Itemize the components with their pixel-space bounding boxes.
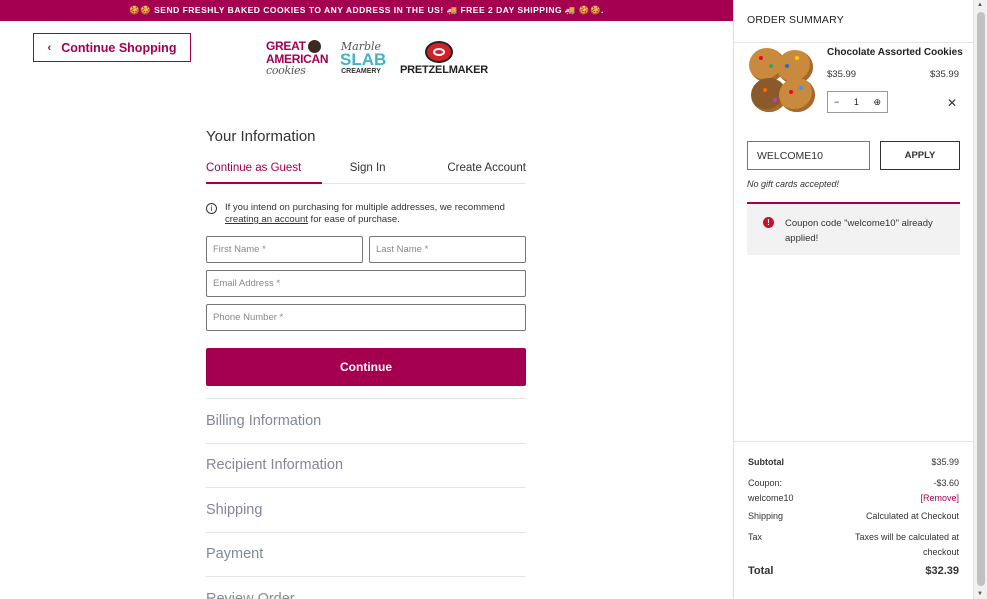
remove-item-icon[interactable]: ✕ [947,96,957,110]
name-row: First Name * Last Name * [206,236,526,263]
error-icon: ! [763,217,774,228]
last-name-field[interactable]: Last Name * [369,236,526,263]
subtotal-value: $35.99 [931,457,959,467]
order-summary-title: ORDER SUMMARY [747,14,844,26]
scrollbar[interactable]: ▲ ▼ [973,0,987,599]
gift-card-note: No gift cards accepted! [747,179,840,189]
shipping-row: Shipping Calculated at Checkout [748,511,959,521]
tax-row: Tax Taxes will be calculated at checkout [748,530,959,560]
promo-banner: 🍪🍪 SEND FRESHLY BAKED COOKIES TO ANY ADD… [0,0,733,21]
info-icon: i [206,203,217,214]
continue-button[interactable]: Continue [206,348,526,386]
section-payment[interactable]: Payment [206,531,526,577]
product-unit-price: $35.99 [827,69,857,80]
scroll-down-icon[interactable]: ▼ [977,591,983,597]
first-name-field[interactable]: First Name * [206,236,363,263]
section-billing[interactable]: Billing Information [206,398,526,443]
auth-tabs: Continue as Guest Sign In Create Account [206,162,526,184]
total-value: $32.39 [925,565,959,577]
checkout-form: Your Information Continue as Guest Sign … [206,128,526,599]
section-recipient[interactable]: Recipient Information [206,442,526,488]
tab-create-account[interactable]: Create Account [447,162,526,183]
tab-sign-in[interactable]: Sign In [350,162,386,183]
coupon-row: Coupon: welcome10 -$3.60 [Remove] [748,478,959,503]
tab-guest[interactable]: Continue as Guest [206,162,322,184]
coupon-alert-text: Coupon code "welcome10" already applied! [785,218,933,244]
pretzelmaker-logo[interactable]: PRETZELMAKER [400,41,488,76]
coupon-discount: -$3.60 [933,478,959,488]
pretzel-icon [425,41,453,63]
marble-slab-logo[interactable]: Marble SLAB CREAMERY [340,41,386,76]
create-account-link[interactable]: creating an account [225,214,308,225]
section-review[interactable]: Review Order [206,576,526,599]
product-line-total: $35.99 [929,69,959,80]
scrollbar-thumb[interactable] [977,12,985,586]
divider [734,42,974,43]
total-row: Total $32.39 [748,565,959,577]
continue-shopping-label: Continue Shopping [61,40,177,55]
coupon-code: welcome10 [748,493,794,503]
checkout-sections: Billing Information Recipient Informatio… [206,398,526,599]
great-american-cookies-logo[interactable]: GREAT AMERICAN cookies [266,40,329,77]
plus-icon[interactable]: ⊕ [873,97,881,108]
chevron-left-icon: ‹ [47,41,52,54]
phone-field[interactable]: Phone Number * [206,304,526,331]
shipping-value: Calculated at Checkout [865,511,959,521]
tax-value: Taxes will be calculated at checkout [854,532,959,557]
continue-shopping-button[interactable]: ‹ Continue Shopping [33,33,191,62]
brand-logos: GREAT AMERICAN cookies Marble SLAB CREAM… [266,40,488,77]
coupon-input[interactable]: WELCOME10 [747,141,870,170]
multi-address-note: i If you intend on purchasing for multip… [206,202,526,226]
product-name[interactable]: Chocolate Assorted Cookies [827,47,963,58]
quantity-value: 1 [853,97,859,107]
minus-icon[interactable]: − [834,97,839,107]
apply-coupon-button[interactable]: APPLY [880,141,960,170]
order-summary-panel: ORDER SUMMARY Chocolate Assorted Cookies… [733,0,974,599]
email-field[interactable]: Email Address * [206,270,526,297]
scroll-up-icon[interactable]: ▲ [977,2,983,8]
section-shipping[interactable]: Shipping [206,487,526,532]
coupon-alert: ! Coupon code "welcome10" already applie… [747,202,960,255]
product-image [747,48,815,112]
divider [734,441,974,442]
quantity-stepper[interactable]: − 1 ⊕ [827,91,888,113]
remove-coupon-link[interactable]: [Remove] [920,493,959,503]
page-title: Your Information [206,128,316,145]
subtotal-row: Subtotal $35.99 [748,457,959,467]
